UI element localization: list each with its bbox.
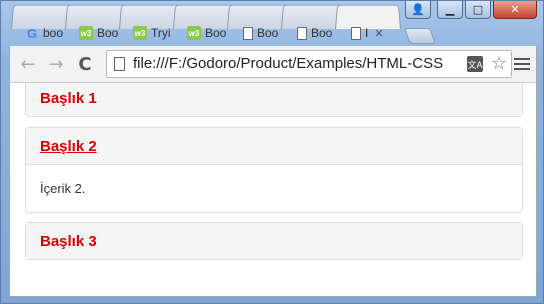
menu-bar xyxy=(514,58,530,60)
w3-icon: w3 xyxy=(187,26,201,40)
w3-icon: w3 xyxy=(133,26,147,40)
close-icon: ✕ xyxy=(510,3,520,16)
tab-label: Tryi xyxy=(151,26,171,40)
minimize-icon: ▁ xyxy=(445,3,455,16)
tab-label: Boo xyxy=(97,26,119,40)
maximize-icon: □ xyxy=(472,3,484,16)
user-profile-button[interactable]: 👤 xyxy=(405,1,431,19)
page-icon xyxy=(114,57,125,71)
document-icon xyxy=(243,26,253,40)
panel-heading-2[interactable]: Başlık 2 xyxy=(26,128,522,164)
w3-icon: w3 xyxy=(79,26,93,40)
close-window-button[interactable]: ✕ xyxy=(493,1,537,19)
close-tab-icon[interactable]: ✕ xyxy=(374,27,383,40)
back-button[interactable]: ← xyxy=(16,52,40,76)
new-tab-button[interactable] xyxy=(404,28,436,44)
forward-arrow-icon: → xyxy=(48,53,64,75)
browser-window: 👤 ▁ □ ✕ G boo w3 Boo w3 Tryi w3 Boo Boo … xyxy=(0,0,544,304)
panel-heading-1[interactable]: Başlık 1 xyxy=(26,83,522,116)
maximize-button[interactable]: □ xyxy=(465,1,491,19)
google-icon: G xyxy=(26,25,38,41)
document-icon xyxy=(351,26,361,40)
menu-icon[interactable] xyxy=(514,52,530,76)
bookmark-star-icon[interactable]: ☆ xyxy=(491,53,507,74)
document-icon xyxy=(297,26,307,40)
minimize-button[interactable]: ▁ xyxy=(437,1,463,19)
tab-2[interactable]: w3 Boo xyxy=(79,20,118,46)
tab-label: Boo xyxy=(205,26,227,40)
address-bar[interactable]: file:///F:/Godoro/Product/Examples/HTML-… xyxy=(106,50,512,78)
page-viewport: Başlık 1 Başlık 2 İçerik 2. Başlık 3 xyxy=(9,82,537,297)
forward-button[interactable]: → xyxy=(44,52,68,76)
reload-icon: C xyxy=(78,53,92,75)
tab-6[interactable]: Boo xyxy=(297,20,332,46)
translate-icon[interactable]: 文A xyxy=(467,56,483,72)
panel-2: Başlık 2 İçerik 2. xyxy=(25,127,523,213)
tab-4[interactable]: w3 Boo xyxy=(187,20,226,46)
panel-body-2: İçerik 2. xyxy=(26,164,522,212)
panel-3: Başlık 3 xyxy=(25,222,523,260)
back-arrow-icon: ← xyxy=(20,53,36,75)
window-controls: 👤 ▁ □ ✕ xyxy=(405,1,537,21)
tab-label: I xyxy=(365,26,369,40)
tab-1[interactable]: G boo xyxy=(25,20,63,46)
tab-label: boo xyxy=(43,26,64,40)
browser-toolbar: ← → C file:///F:/Godoro/Product/Examples… xyxy=(9,46,537,82)
reload-button[interactable]: C xyxy=(73,52,97,76)
tab-label: Boo xyxy=(257,26,279,40)
menu-bar xyxy=(514,63,530,65)
menu-bar xyxy=(514,68,530,70)
panel-heading-3[interactable]: Başlık 3 xyxy=(26,223,522,259)
tab-3[interactable]: w3 Tryi xyxy=(133,20,171,46)
panel-1: Başlık 1 xyxy=(25,83,523,117)
user-icon: 👤 xyxy=(411,3,425,16)
tab-5[interactable]: Boo xyxy=(243,20,278,46)
tab-label: Boo xyxy=(311,26,333,40)
url-text[interactable]: file:///F:/Godoro/Product/Examples/HTML-… xyxy=(133,55,463,72)
tab-7-active[interactable]: I ✕ xyxy=(351,20,384,46)
